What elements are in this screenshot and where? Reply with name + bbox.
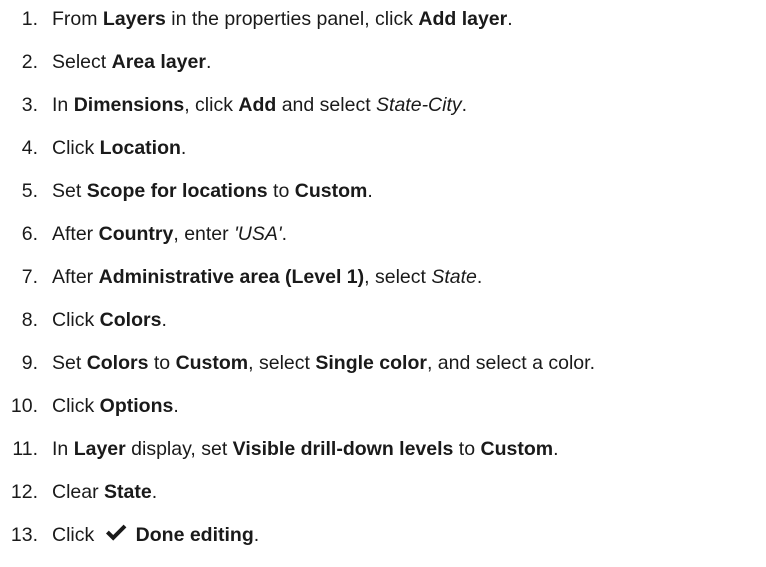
step-number: 13. <box>10 524 38 546</box>
step-text: After Country, enter 'USA'. <box>52 223 287 245</box>
step-text-segment: , select <box>248 352 316 374</box>
step-text-segment: Set <box>52 180 87 202</box>
step-text-segment: Clear <box>52 481 105 503</box>
checkmark-icon <box>105 524 127 541</box>
step-number: 1. <box>21 8 38 30</box>
step-text: Set Colors to Custom, select Single colo… <box>52 352 595 374</box>
step-text-segment: . <box>151 481 158 503</box>
step-text: Set Scope for locations to Custom. <box>52 180 373 202</box>
step-text-segment: In <box>52 94 74 116</box>
step-item: 3. In Dimensions, click Add and select St… <box>0 89 467 121</box>
ui-term: Done editing <box>135 524 254 546</box>
step-text: From Layers in the properties panel, cli… <box>52 8 513 30</box>
step-text: Select Area layer. <box>52 51 211 73</box>
step-text: Click Done editing. <box>52 524 259 546</box>
ui-term: Dimensions <box>73 94 185 116</box>
ui-term: Country <box>98 223 174 245</box>
step-item: 6. After Country, enter 'USA'. <box>0 218 287 250</box>
step-text-segment: . <box>161 309 167 331</box>
step-text-segment: . <box>205 51 212 73</box>
step-text-segment: . <box>367 180 373 202</box>
step-text-segment: Set <box>52 352 87 374</box>
ui-term: Custom <box>480 438 554 460</box>
step-number: 11. <box>12 438 38 460</box>
step-text-segment: After <box>52 223 99 245</box>
value-term: 'USA' <box>234 223 282 245</box>
step-number: 4. <box>21 137 38 159</box>
ui-term: Options <box>99 395 174 417</box>
step-text-segment: . <box>253 524 260 546</box>
ui-term: Layers <box>102 8 166 30</box>
step-text-segment: . <box>281 223 288 245</box>
step-text: In Layer display, set Visible drill-down… <box>52 438 559 460</box>
step-text: Click Colors. <box>52 309 167 331</box>
step-text-segment: Click <box>52 309 100 331</box>
step-number: 5. <box>21 180 38 202</box>
value-term: State-City <box>376 94 462 116</box>
ui-term: Visible drill-down levels <box>232 438 454 460</box>
step-text-segment: From <box>52 8 103 30</box>
ui-term: Scope for locations <box>86 180 268 202</box>
step-text-segment: to <box>267 180 295 202</box>
step-text-segment: , enter <box>173 223 235 245</box>
step-text-segment: . <box>461 94 468 116</box>
step-text-segment: . <box>553 438 559 460</box>
step-text-segment: Click <box>52 137 100 159</box>
step-text: After Administrative area (Level 1), sel… <box>52 266 482 288</box>
step-item: 1. From Layers in the properties panel, c… <box>0 3 513 35</box>
step-text-segment: Click <box>52 395 100 417</box>
step-number: 12. <box>10 481 38 503</box>
step-text-segment: in the properties panel, click <box>165 8 419 30</box>
step-text-segment: In <box>52 438 74 460</box>
ui-term: Add <box>238 94 277 116</box>
step-item: 4. Click Location. <box>0 132 187 164</box>
ui-term: Custom <box>175 352 249 374</box>
ui-term: Area layer <box>111 51 206 73</box>
step-text-segment: to <box>453 438 481 460</box>
step-text-segment: Select <box>52 51 112 73</box>
step-text-segment: . <box>476 266 483 288</box>
step-number: 9. <box>21 352 38 374</box>
step-text-segment: display, set <box>125 438 233 460</box>
ui-term: Layer <box>73 438 126 460</box>
step-item: 13. Click Done editing. <box>0 519 259 551</box>
step-text-segment: , and select a color. <box>426 352 595 374</box>
value-term: State <box>431 266 477 288</box>
ui-term: Location <box>99 137 181 159</box>
step-text-segment: , select <box>364 266 432 288</box>
step-text-segment: Click <box>52 524 100 546</box>
step-item: 9. Set Colors to Custom, select Single co… <box>0 347 595 379</box>
step-item: 2. Select Area layer. <box>0 46 212 78</box>
step-text: In Dimensions, click Add and select Stat… <box>52 94 467 116</box>
ui-term: Administrative area (Level 1) <box>98 266 365 288</box>
step-number: 8. <box>21 309 38 331</box>
step-item: 10. Click Options. <box>0 390 179 422</box>
step-number: 2. <box>21 51 38 73</box>
step-item: 12. Clear State. <box>0 476 157 508</box>
ui-term: Single color <box>315 352 427 374</box>
step-text: Clear State. <box>52 481 157 503</box>
step-text: Click Location. <box>52 137 186 159</box>
step-text-segment: . <box>507 8 513 30</box>
step-text-segment: and select <box>276 94 377 116</box>
step-item: 8. Click Colors. <box>0 304 167 336</box>
ui-term: Add layer <box>418 8 508 30</box>
step-number: 6. <box>21 223 38 245</box>
step-item: 11. In Layer display, set Visible drill-d… <box>0 433 559 465</box>
step-item: 7. After Administrative area (Level 1), s… <box>0 261 483 293</box>
ui-term: Custom <box>294 180 368 202</box>
step-number: 10. <box>10 395 38 417</box>
step-number: 7. <box>21 266 38 288</box>
step-text: Click Options. <box>52 395 179 417</box>
step-text-segment: . <box>180 137 187 159</box>
step-text-segment: to <box>148 352 176 374</box>
step-item: 5. Set Scope for locations to Custom. <box>0 175 373 207</box>
step-number: 3. <box>21 94 38 116</box>
ui-term: State <box>104 481 152 503</box>
step-text-segment: , click <box>184 94 239 116</box>
ui-term: Colors <box>99 309 162 331</box>
ui-term: Colors <box>86 352 149 374</box>
step-text-segment: After <box>52 266 99 288</box>
step-text-segment: . <box>173 395 179 417</box>
